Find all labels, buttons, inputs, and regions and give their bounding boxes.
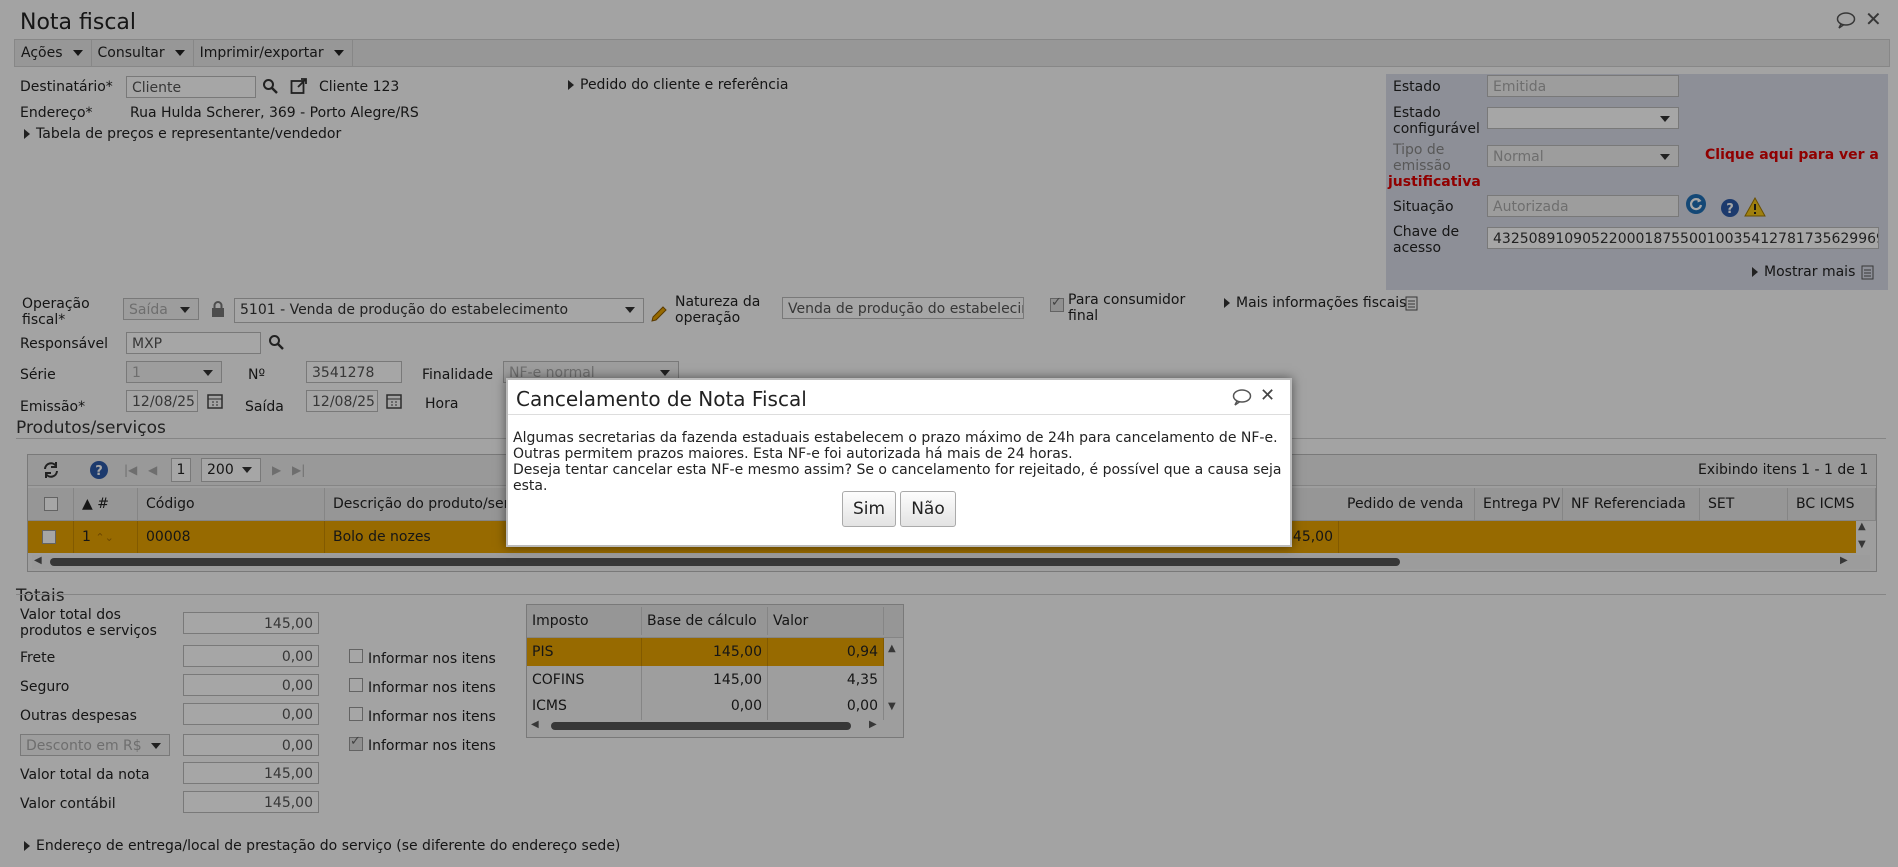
close-icon[interactable]: ✕: [1260, 385, 1275, 406]
yes-button[interactable]: Sim: [842, 491, 896, 527]
dialog-message-line1: Algumas secretarias da fazenda estaduais…: [513, 430, 1278, 446]
dialog-title: Cancelamento de Nota Fiscal: [516, 387, 807, 411]
no-button[interactable]: Não: [900, 491, 956, 527]
cancel-dialog: Cancelamento de Nota Fiscal ✕ Algumas se…: [506, 378, 1292, 547]
comment-icon[interactable]: [1232, 388, 1252, 410]
dialog-message-line3: Deseja tentar cancelar esta NF-e mesmo a…: [513, 462, 1282, 494]
dialog-divider: [508, 414, 1290, 415]
dialog-message-line2: Outras permitem prazos maiores. Esta NF-…: [513, 446, 1073, 462]
